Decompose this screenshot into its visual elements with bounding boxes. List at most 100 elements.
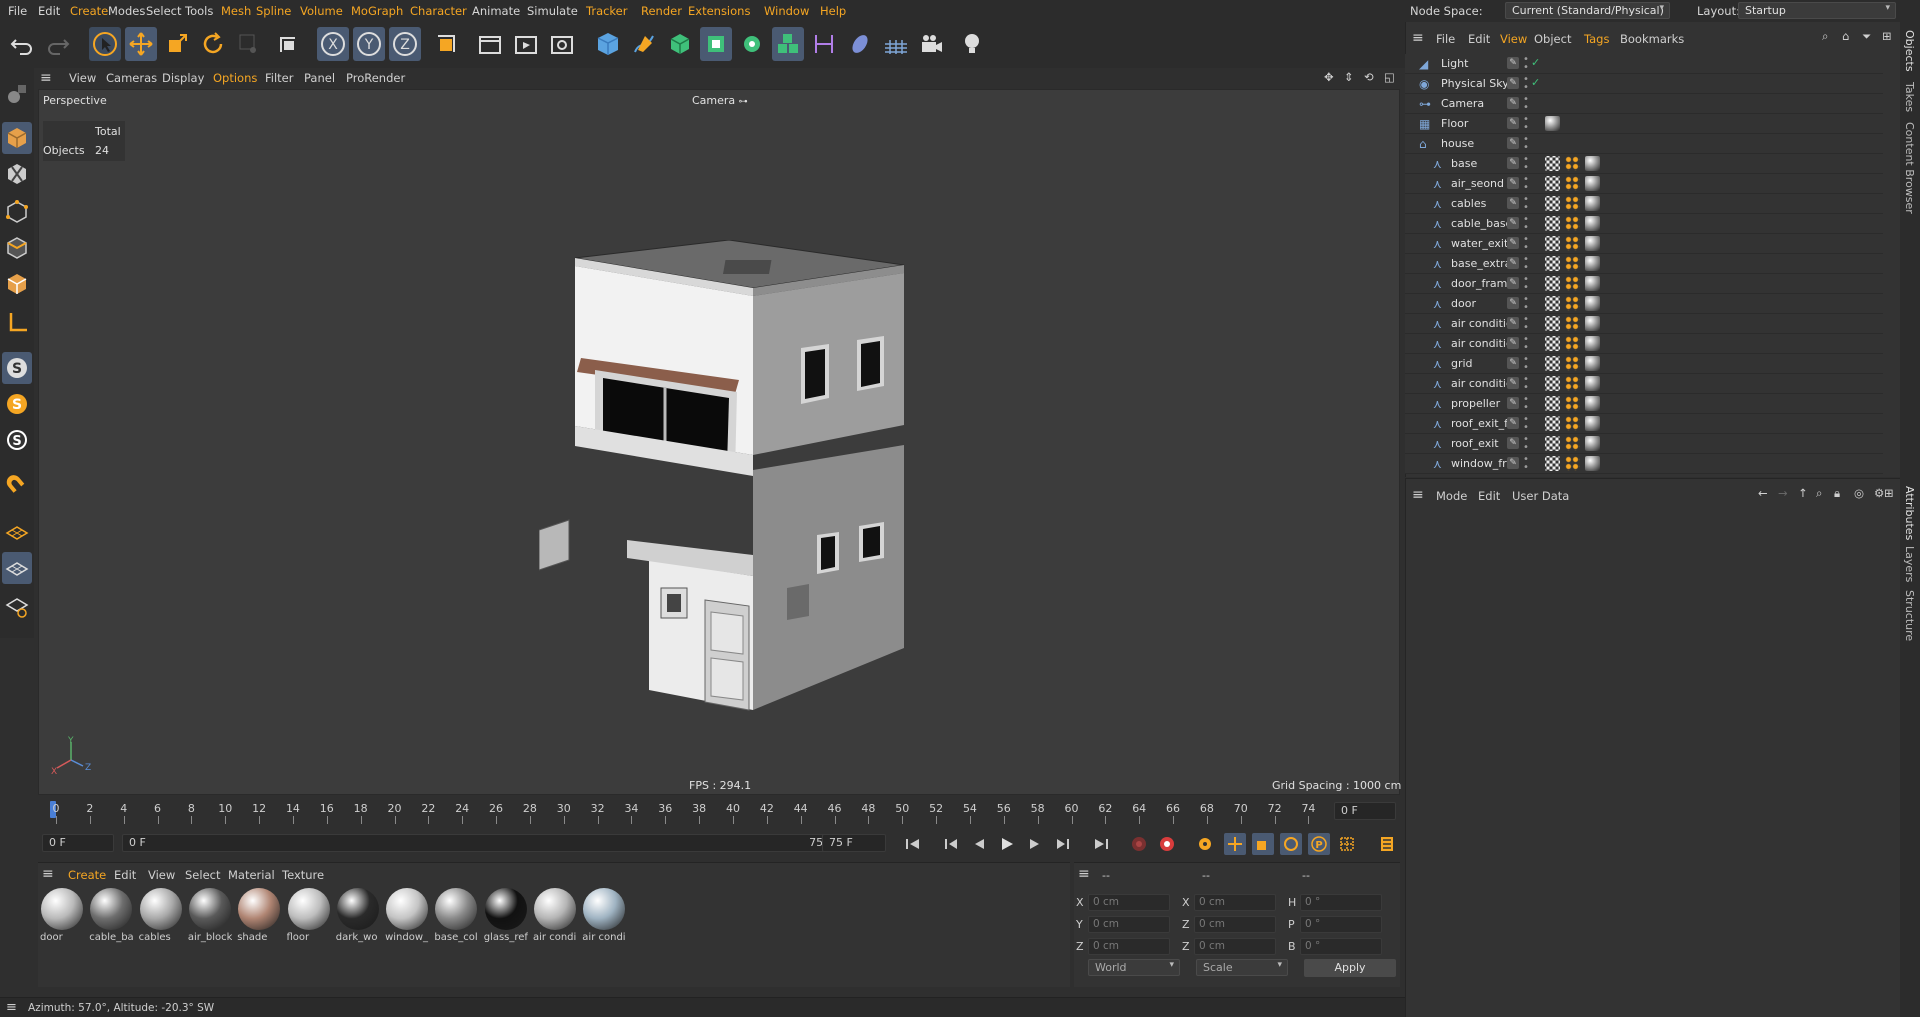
home-icon[interactable]: ⌂ (1842, 29, 1849, 43)
material-tag-icon[interactable] (1585, 456, 1600, 471)
camera-object-icon[interactable] (916, 27, 948, 61)
object-name[interactable]: Camera (1441, 97, 1511, 110)
go-to-end-icon[interactable] (1090, 833, 1112, 855)
phong-tag-icon[interactable] (1565, 356, 1580, 371)
object-name[interactable]: Light (1441, 57, 1511, 70)
points-mode-icon[interactable] (2, 196, 32, 228)
maximize-view-icon[interactable]: ◱ (1384, 70, 1395, 84)
layer-toggle-icon[interactable]: ✎ (1507, 157, 1519, 169)
uvw-tag-icon[interactable] (1545, 336, 1560, 351)
layer-toggle-icon[interactable]: ✎ (1507, 377, 1519, 389)
texture-mode-icon[interactable] (2, 158, 32, 190)
object-row[interactable]: ⋏ window_fr ✎ • • (1405, 454, 1883, 474)
object-name[interactable]: air conditic (1451, 317, 1507, 330)
material-tag-icon[interactable] (1585, 376, 1600, 391)
coord-value-field[interactable]: 0 ° (1300, 938, 1382, 955)
uvw-tag-icon[interactable] (1545, 156, 1560, 171)
visibility-dots-icon[interactable]: • • (1523, 415, 1529, 433)
zoom-view-icon[interactable]: ⇕ (1344, 70, 1354, 84)
layer-toggle-icon[interactable]: ✎ (1507, 457, 1519, 469)
snap-icon[interactable]: S (2, 352, 32, 384)
material-item[interactable]: air condi (582, 887, 626, 949)
object-name[interactable]: cables (1451, 197, 1507, 210)
material-tag-icon[interactable] (1545, 116, 1560, 131)
menu-animate[interactable]: Animate (472, 4, 520, 18)
current-frame-field[interactable]: 0 F (1334, 802, 1396, 820)
back-arrow-icon[interactable]: ← (1758, 486, 1768, 500)
attribute-menu-edit[interactable]: Edit (1478, 489, 1500, 503)
material-item[interactable]: dark_wo (336, 887, 380, 949)
record-keys-icon[interactable] (1128, 833, 1150, 855)
object-name[interactable]: roof_exit_f (1451, 417, 1507, 430)
object-name[interactable]: door_fram (1451, 277, 1507, 290)
visibility-dots-icon[interactable]: • • (1523, 55, 1529, 73)
material-tag-icon[interactable] (1585, 196, 1600, 211)
layer-toggle-icon[interactable]: ✎ (1507, 337, 1519, 349)
material-item[interactable]: base_col (434, 887, 478, 949)
material-tag-icon[interactable] (1585, 296, 1600, 311)
solo-icon[interactable]: S (2, 424, 32, 456)
object-row[interactable]: ⋏ air_seond ✎ • • (1405, 174, 1883, 194)
object-row[interactable]: ◢ Light ✎ • • ✓ (1405, 54, 1883, 74)
field-icon[interactable] (844, 27, 876, 61)
material-tag-icon[interactable] (1585, 356, 1600, 371)
world-coordinates-icon[interactable] (430, 27, 462, 61)
coord-value-field[interactable]: 0 cm (1194, 938, 1276, 955)
tab-attributes[interactable]: Attributes (1903, 486, 1916, 540)
tab-content-browser[interactable]: Content Browser (1903, 122, 1916, 214)
rotate-icon[interactable] (197, 27, 229, 61)
phong-tag-icon[interactable] (1565, 156, 1580, 171)
layer-toggle-icon[interactable]: ✎ (1507, 237, 1519, 249)
polygons-mode-icon[interactable] (2, 268, 32, 300)
timeline-window-icon[interactable] (1376, 833, 1398, 855)
viewport-menu-prorender[interactable]: ProRender (346, 71, 405, 85)
menu-extensions[interactable]: Extensions (688, 4, 750, 18)
layer-toggle-icon[interactable]: ✎ (1507, 97, 1519, 109)
uvw-tag-icon[interactable] (1545, 276, 1560, 291)
target-icon[interactable]: ◎ (1854, 486, 1864, 500)
uvw-tag-icon[interactable] (1545, 316, 1560, 331)
viewport-menu-options[interactable]: Options (213, 71, 257, 85)
new-window-icon[interactable]: ⊞ (1884, 486, 1894, 500)
object-menu-edit[interactable]: Edit (1468, 32, 1490, 46)
material-tag-icon[interactable] (1585, 216, 1600, 231)
uvw-tag-icon[interactable] (1545, 436, 1560, 451)
model-mode-icon[interactable] (2, 122, 32, 154)
layout-dropdown[interactable]: Startup ▾ (1738, 2, 1896, 19)
layer-toggle-icon[interactable]: ✎ (1507, 117, 1519, 129)
coord-value-field[interactable]: 0 cm (1088, 938, 1170, 955)
apply-button[interactable]: Apply (1304, 959, 1396, 977)
enabled-check-icon[interactable]: ✓ (1531, 76, 1540, 89)
visibility-dots-icon[interactable]: • • (1523, 135, 1529, 153)
uvw-tag-icon[interactable] (1545, 196, 1560, 211)
material-item[interactable]: shade (237, 887, 281, 949)
enabled-check-icon[interactable]: ✓ (1531, 56, 1540, 69)
workplane-align-icon[interactable] (2, 590, 32, 622)
object-menu-view[interactable]: View (1500, 32, 1527, 46)
object-name[interactable]: base (1451, 157, 1507, 170)
object-row[interactable]: ⋏ air conditic ✎ • • (1405, 314, 1883, 334)
visibility-dots-icon[interactable]: • • (1523, 375, 1529, 393)
object-name[interactable]: air conditic (1451, 337, 1507, 350)
render-region-icon[interactable] (474, 27, 506, 61)
visibility-dots-icon[interactable]: • • (1523, 315, 1529, 333)
lock-x-axis-icon[interactable]: X (317, 27, 349, 61)
key-parameter-icon[interactable]: P (1308, 833, 1330, 855)
layer-toggle-icon[interactable]: ✎ (1507, 197, 1519, 209)
floor-environment-icon[interactable] (880, 27, 912, 61)
previous-frame-icon[interactable] (968, 833, 990, 855)
transform-mode-dropdown[interactable]: Scale ▾ (1196, 959, 1288, 976)
material-tag-icon[interactable] (1585, 436, 1600, 451)
timeline-ruler[interactable]: 0 2 4 6 8 10 12 14 16 18 20 22 24 26 28 30 32 34 36 38 40 42 4… (38, 798, 1400, 826)
render-settings-icon[interactable] (546, 27, 578, 61)
phong-tag-icon[interactable] (1565, 456, 1580, 471)
object-name[interactable]: house (1441, 137, 1497, 150)
3d-viewport[interactable]: Perspective Camera ⊶ Total Objects 24 Y … (38, 89, 1401, 795)
layer-toggle-icon[interactable]: ✎ (1507, 277, 1519, 289)
material-item[interactable]: window_ (385, 887, 429, 949)
material-tag-icon[interactable] (1585, 156, 1600, 171)
deformer-icon[interactable] (808, 27, 840, 61)
menu-mograph[interactable]: MoGraph (351, 4, 403, 18)
next-key-icon[interactable] (1052, 833, 1074, 855)
frame-range-slider[interactable]: 0 F 75 F (122, 834, 844, 852)
